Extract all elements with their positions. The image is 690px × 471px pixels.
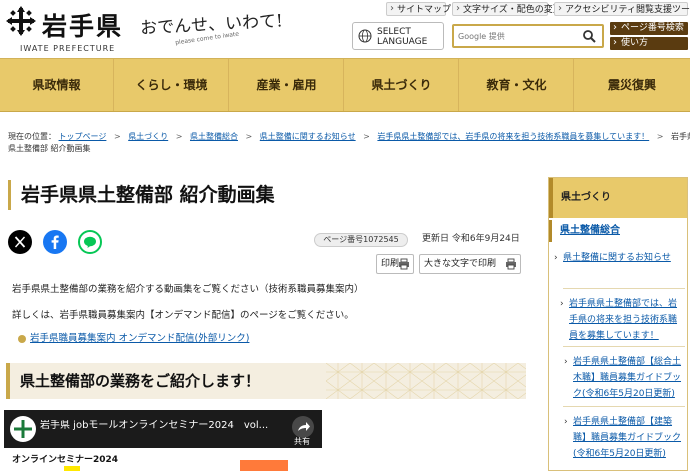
printer-icon bbox=[506, 258, 516, 270]
video-subtitle: オンラインセミナー2024 bbox=[12, 455, 119, 465]
video-player[interactable]: 岩手県 jobモールオンラインセミナー2024 vol... 共有 オンラインセ… bbox=[4, 410, 322, 471]
local-nav-architecture-guide[interactable]: 岩手県県土整備部【建築職】職員募集ガイドブック(令和6年5月20日更新) bbox=[564, 414, 685, 462]
breadcrumb-separator: > bbox=[363, 132, 370, 141]
select-language-label: SELECT LANGUAGE bbox=[377, 27, 428, 47]
print-large-text-button[interactable]: 大きな文字で印刷 bbox=[419, 254, 521, 274]
share-facebook-button[interactable] bbox=[43, 230, 67, 254]
search-input[interactable] bbox=[458, 28, 578, 44]
search-icon[interactable] bbox=[582, 29, 596, 43]
breadcrumb-notices[interactable]: 県土整備に関するお知らせ bbox=[260, 132, 356, 141]
divider bbox=[563, 288, 685, 289]
logo-title: 岩手県 bbox=[42, 12, 124, 41]
section-heading-text: 県土整備部の業務をご紹介します！ bbox=[20, 372, 261, 390]
gnav-education-culture[interactable]: 教育・文化 bbox=[460, 59, 574, 111]
line-logo-icon bbox=[84, 236, 96, 248]
local-nav-heading[interactable]: 県土づくり bbox=[549, 178, 687, 218]
details-paragraph: 詳しくは、岩手県職員募集案内【オンデマンド配信】のページをご覧ください。 bbox=[12, 310, 354, 321]
local-nav-notices[interactable]: 県土整備に関するお知らせ bbox=[554, 250, 681, 266]
updated-date: 更新日 令和6年9月24日 bbox=[422, 234, 520, 244]
breadcrumb-land-development[interactable]: 県土づくり bbox=[128, 132, 168, 141]
select-language-button[interactable]: SELECT LANGUAGE bbox=[352, 22, 444, 50]
local-nav-recruitment[interactable]: 岩手県県土整備部では、岩手県の将来を担う技術系職員を募集しています！ bbox=[560, 296, 685, 344]
video-title[interactable]: 岩手県 jobモールオンラインセミナー2024 vol... bbox=[40, 420, 280, 432]
logo-english: IWATE PREFECTURE bbox=[20, 44, 116, 53]
site-header: 岩手県 IWATE PREFECTURE おでんせ、いわて! please co… bbox=[0, 0, 690, 58]
share-x-button[interactable] bbox=[8, 230, 32, 254]
breadcrumb-separator: > bbox=[656, 132, 664, 141]
accessibility-tool-link[interactable]: アクセシビリティ閲覧支援ツール bbox=[554, 2, 690, 16]
recruitment-external-link-label: 岩手県職員募集案内 オンデマンド配信(外部リンク) bbox=[30, 333, 250, 344]
video-share-button[interactable] bbox=[292, 416, 314, 438]
video-share-label: 共有 bbox=[294, 437, 310, 446]
intro-paragraph: 岩手県県土整備部の業務を紹介する動画集をご覧ください（技術系職員募集案内） bbox=[12, 284, 364, 295]
text-size-color-link[interactable]: 文字サイズ・配色の変更 bbox=[452, 2, 562, 16]
global-nav: 県政情報 くらし・環境 産業・雇用 県土づくり 教育・文化 震災復興 bbox=[0, 58, 690, 112]
share-arrow-icon bbox=[298, 422, 310, 431]
local-nav-current[interactable]: 県土整備総合 bbox=[549, 220, 687, 242]
link-bullet-icon bbox=[18, 335, 26, 343]
breadcrumb-separator: > bbox=[175, 132, 183, 141]
video-thumbnail-strip: オンラインセミナー2024 bbox=[4, 448, 322, 471]
recruitment-external-link[interactable]: 岩手県職員募集案内 オンデマンド配信(外部リンク) bbox=[18, 333, 249, 345]
thumbnail-yellow-block bbox=[64, 466, 80, 471]
printer-icon bbox=[399, 258, 409, 270]
how-to-use-button[interactable]: 使い方 bbox=[610, 36, 688, 50]
globe-icon bbox=[358, 29, 372, 43]
breadcrumb-recruitment[interactable]: 岩手県県土整備部では、岩手県の将来を担う技術系職員を募集しています！ bbox=[377, 132, 649, 141]
local-nav: 県土づくり 県土整備総合 県土整備に関するお知らせ 岩手県県土整備部では、岩手県… bbox=[548, 177, 688, 471]
facebook-logo-icon bbox=[51, 235, 59, 249]
gnav-land-development[interactable]: 県土づくり bbox=[345, 59, 459, 111]
divider bbox=[563, 406, 685, 407]
page-number-badge: ページ番号1072545 bbox=[314, 233, 408, 247]
breadcrumb-land-general[interactable]: 県土整備総合 bbox=[190, 132, 238, 141]
prefecture-emblem-icon bbox=[6, 6, 36, 36]
gnav-industry-employment[interactable]: 産業・雇用 bbox=[230, 59, 344, 111]
gnav-prefectural-info[interactable]: 県政情報 bbox=[0, 59, 114, 111]
breadcrumb-iwate[interactable]: 岩手県 bbox=[671, 132, 690, 141]
breadcrumb-current: 県土整備部 紹介動画集 bbox=[8, 144, 91, 153]
print-label: 印刷 bbox=[381, 259, 400, 269]
print-button[interactable]: 印刷 bbox=[376, 254, 414, 274]
gnav-disaster-recovery[interactable]: 震災復興 bbox=[575, 59, 689, 111]
breadcrumb-separator: > bbox=[245, 132, 253, 141]
section-heading: 県土整備部の業務をご紹介します！ bbox=[6, 363, 526, 399]
breadcrumb-top[interactable]: トップページ bbox=[59, 132, 107, 141]
x-logo-icon bbox=[14, 236, 26, 248]
page-title: 岩手県県土整備部 紹介動画集 bbox=[8, 180, 528, 210]
divider bbox=[563, 346, 685, 347]
thumbnail-orange-block bbox=[240, 460, 288, 471]
print-large-label: 大きな文字で印刷 bbox=[424, 259, 497, 269]
breadcrumb-separator: > bbox=[113, 132, 121, 141]
breadcrumb-label: 現在の位置： bbox=[8, 132, 56, 141]
prefecture-emblem-icon bbox=[14, 420, 32, 438]
asanoha-pattern-icon bbox=[326, 363, 526, 399]
local-nav-civil-guide[interactable]: 岩手県県土整備部【総合土木職】職員募集ガイドブック(令和6年5月20日更新) bbox=[564, 354, 685, 402]
page-number-search-button[interactable]: ページ番号検索 bbox=[610, 21, 688, 35]
gnav-living-environment[interactable]: くらし・環境 bbox=[115, 59, 229, 111]
sitemap-link[interactable]: サイトマップ bbox=[386, 2, 451, 16]
channel-avatar[interactable] bbox=[10, 416, 36, 442]
share-line-button[interactable] bbox=[78, 230, 102, 254]
site-search bbox=[452, 24, 604, 48]
